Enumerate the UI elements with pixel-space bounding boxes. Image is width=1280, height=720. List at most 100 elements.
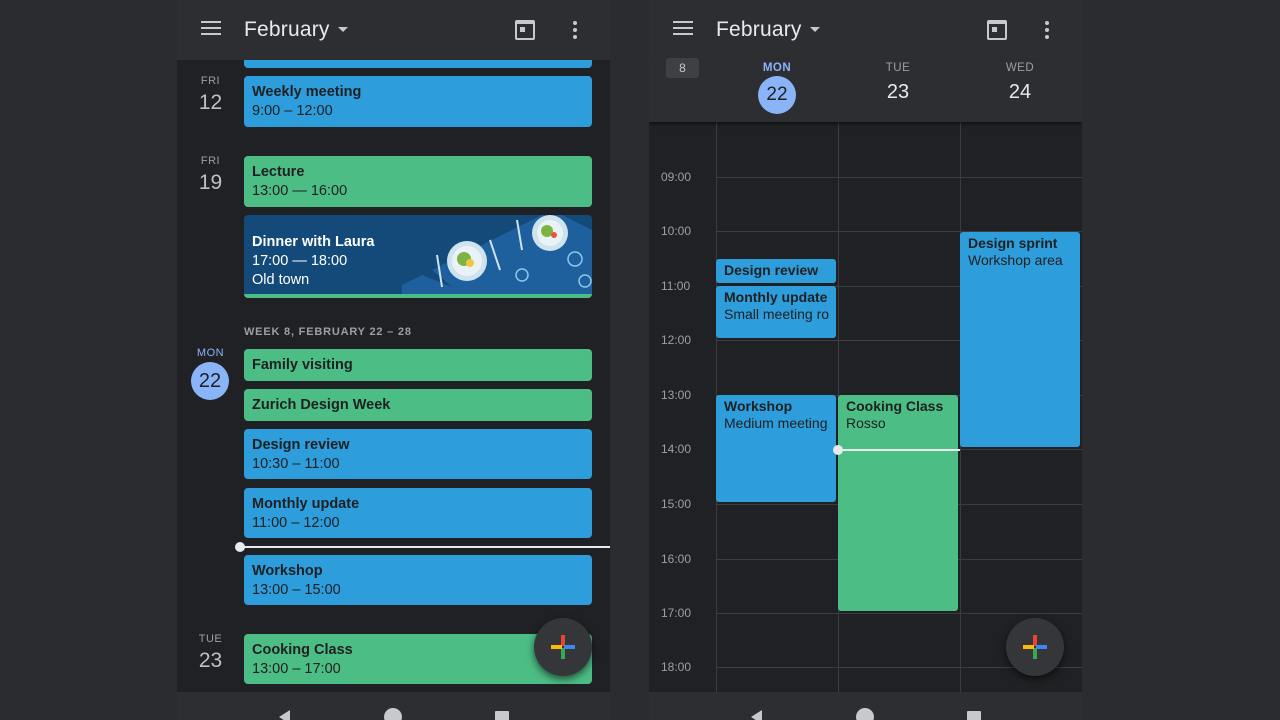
event-workshop[interactable]: Workshop Medium meeting — [716, 395, 836, 502]
day-number: 19 — [198, 171, 223, 194]
app-bar: February — [649, 0, 1082, 60]
menu-icon[interactable] — [673, 21, 693, 37]
month-title[interactable]: February — [716, 18, 802, 42]
day-number[interactable]: 23 — [858, 81, 938, 104]
event-card-zurich-design-week[interactable]: Zurich Design Week — [244, 389, 592, 421]
event-card-lecture[interactable]: Lecture 13:00 — 16:00 — [244, 156, 592, 207]
hour-label: 18:00 — [661, 660, 692, 674]
day-weekday-label: FRI — [200, 75, 221, 87]
week-day-header: 8 MON 22 TUE 23 WED 24 — [649, 58, 1082, 122]
event-title: Workshop — [252, 563, 323, 579]
event-title: Family visiting — [252, 357, 353, 373]
hour-label: 09:00 — [661, 170, 692, 184]
day-weekday-label: TUE — [885, 62, 911, 74]
event-card-family-visiting[interactable]: Family visiting — [244, 349, 592, 381]
current-time-dot — [235, 542, 245, 552]
event-time: 13:00 — 16:00 — [252, 183, 348, 199]
hour-label: 13:00 — [661, 388, 692, 402]
event-location: Small meeting ro — [724, 306, 830, 322]
today-day-number[interactable]: 22 — [758, 76, 796, 114]
event-title: Monthly update — [724, 289, 828, 305]
today-day-number[interactable]: 22 — [191, 362, 229, 400]
week-number-badge: 8 — [666, 58, 699, 78]
event-monthly-update[interactable]: Monthly update Small meeting ro — [716, 286, 836, 338]
hour-label: 17:00 — [661, 606, 692, 620]
schedule-view-screen: FRI 12 Weekly meeting 9:00 – 12:00 FRI 1… — [177, 0, 610, 720]
create-event-fab[interactable] — [1006, 618, 1064, 676]
event-time: 11:00 – 12:00 — [252, 515, 340, 531]
event-title: Design review — [252, 437, 350, 453]
add-plus-icon — [1023, 635, 1047, 659]
week-view-screen: 09:00 10:00 11:00 12:00 13:00 14:00 15:0… — [649, 0, 1082, 720]
event-color-bar — [244, 294, 592, 298]
event-title: Dinner with Laura — [252, 234, 375, 250]
event-time: 10:30 – 11:00 — [252, 456, 340, 472]
hour-gridline — [716, 613, 1082, 614]
event-card-design-review[interactable]: Design review 10:30 – 11:00 — [244, 429, 592, 479]
event-location: Workshop area — [968, 252, 1063, 268]
hour-label: 16:00 — [661, 552, 692, 566]
nav-back-icon[interactable] — [751, 710, 762, 720]
more-vert-icon[interactable] — [573, 21, 577, 39]
event-location: Medium meeting — [724, 415, 828, 431]
hour-label: 12:00 — [661, 333, 692, 347]
event-card-dinner[interactable]: Dinner with Laura 17:00 — 18:00 Old town — [244, 215, 592, 298]
current-time-indicator — [235, 542, 610, 552]
day-number: 12 — [198, 91, 223, 114]
event-location: Old town — [252, 272, 310, 288]
event-time: 9:00 – 12:00 — [252, 103, 333, 119]
time-grid[interactable]: 09:00 10:00 11:00 12:00 13:00 14:00 15:0… — [649, 106, 1082, 692]
create-event-fab[interactable] — [534, 618, 592, 676]
event-title: Weekly meeting — [252, 84, 362, 100]
menu-icon[interactable] — [201, 21, 221, 37]
event-time: 17:00 — 18:00 — [252, 253, 348, 269]
schedule-list[interactable]: FRI 12 Weekly meeting 9:00 – 12:00 FRI 1… — [177, 60, 610, 692]
day-weekday-label: TUE — [198, 633, 223, 645]
event-card-workshop[interactable]: Workshop 13:00 – 15:00 — [244, 555, 592, 605]
app-bar: February — [177, 0, 610, 60]
event-design-sprint[interactable]: Design sprint Workshop area — [960, 232, 1080, 447]
system-nav-bar — [649, 692, 1082, 720]
day-weekday-label: FRI — [200, 155, 221, 167]
event-title: Monthly update — [252, 496, 360, 512]
hour-label: 10:00 — [661, 224, 692, 238]
hour-label: 14:00 — [661, 442, 692, 456]
day-weekday-label: WED — [1005, 62, 1035, 74]
chevron-down-icon[interactable] — [338, 27, 348, 32]
nav-back-icon[interactable] — [279, 710, 290, 720]
event-design-review[interactable]: Design review — [716, 259, 836, 283]
nav-recents-icon[interactable] — [495, 711, 509, 720]
nav-home-icon[interactable] — [856, 708, 874, 720]
today-calendar-icon[interactable] — [515, 20, 535, 40]
event-card-monthly-update[interactable]: Monthly update 11:00 – 12:00 — [244, 488, 592, 538]
day-number[interactable]: 24 — [980, 81, 1060, 104]
event-location: Rosso — [846, 415, 886, 431]
current-time-indicator — [833, 445, 960, 455]
event-card-weekly-meeting[interactable]: Weekly meeting 9:00 – 12:00 — [244, 76, 592, 127]
event-title: Design review — [724, 262, 819, 278]
event-title: Design sprint — [968, 235, 1058, 251]
event-time: 13:00 – 15:00 — [252, 582, 341, 598]
today-calendar-icon[interactable] — [987, 20, 1007, 40]
hour-gridline — [716, 177, 1082, 178]
event-card-partial[interactable] — [244, 60, 592, 68]
day-number: 23 — [198, 649, 223, 672]
chevron-down-icon[interactable] — [810, 27, 820, 32]
event-cooking-class[interactable]: Cooking Class Rosso — [838, 395, 958, 611]
day-weekday-label: MON — [196, 347, 225, 359]
current-time-dot — [833, 445, 843, 455]
nav-home-icon[interactable] — [384, 708, 402, 720]
event-title: Lecture — [252, 164, 305, 180]
week-section-header: WEEK 8, FEBRUARY 22 – 28 — [244, 326, 412, 338]
event-time: 13:00 – 17:00 — [252, 661, 341, 677]
event-title: Cooking Class — [846, 398, 944, 414]
nav-recents-icon[interactable] — [967, 711, 981, 720]
month-title[interactable]: February — [244, 18, 330, 42]
more-vert-icon[interactable] — [1045, 21, 1049, 39]
event-title: Workshop — [724, 398, 793, 414]
hour-label: 11:00 — [661, 279, 691, 293]
hour-label: 15:00 — [661, 497, 692, 511]
add-plus-icon — [551, 635, 575, 659]
system-nav-bar — [177, 692, 610, 720]
event-title: Zurich Design Week — [252, 397, 391, 413]
